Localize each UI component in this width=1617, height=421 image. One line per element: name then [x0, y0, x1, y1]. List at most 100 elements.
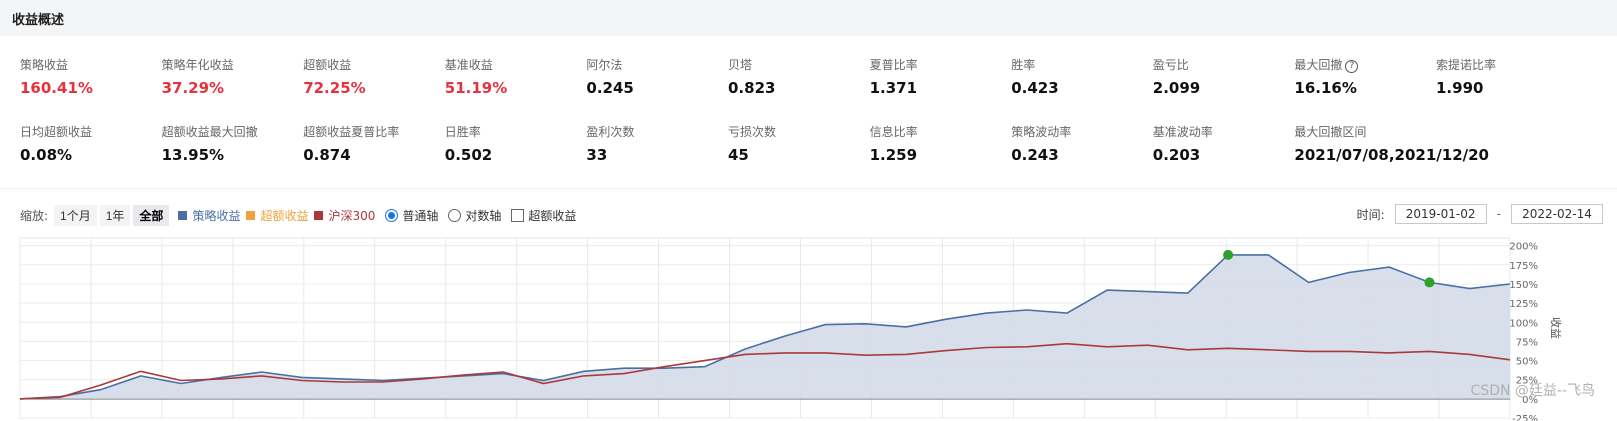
metric-label: 超额收益夏普比率: [303, 125, 400, 139]
radio-selected-icon: [385, 208, 399, 222]
metric-label: 盈亏比: [1152, 58, 1189, 72]
date-range: 时间: 2019-01-02 - 2022-02-14: [1357, 204, 1603, 224]
zoom-label: 缩放:: [20, 208, 49, 223]
y-axis-label: 收益: [1549, 317, 1563, 339]
metric-item: 日胜率 0.502: [445, 123, 585, 164]
metric-value: 2021/07/08,2021/12/20: [1294, 146, 1489, 164]
excess-return-checkbox-label: 超额收益: [528, 208, 577, 223]
metric-label: 策略年化收益: [161, 58, 234, 72]
metric-item: 日均超额收益 0.08%: [20, 123, 160, 164]
excess-return-checkbox[interactable]: 超额收益: [511, 207, 576, 224]
metric-label: 信息比率: [869, 125, 918, 139]
linear-axis-label: 普通轴: [402, 208, 439, 223]
y-tick-label: 75%: [1516, 337, 1538, 348]
metric-label: 超额收益: [303, 58, 352, 72]
end-date-field[interactable]: 2022-02-14: [1511, 204, 1603, 224]
legend-strategy-label: 策略收益: [192, 208, 241, 223]
metric-value: 16.16%: [1294, 79, 1357, 97]
metric-item: 盈亏比 2.099: [1153, 56, 1293, 97]
legend-benchmark-label: 沪深300: [328, 208, 376, 223]
metric-value: 1.259: [869, 146, 918, 164]
y-tick-label: 150%: [1509, 280, 1538, 291]
metric-label: 策略波动率: [1011, 125, 1072, 139]
metric-value: 33: [586, 146, 608, 164]
legend-excess-swatch: [246, 210, 256, 220]
section-title: 收益概述: [12, 13, 65, 28]
metric-item: 基准收益 51.19%: [445, 56, 585, 97]
legend-excess[interactable]: 超额收益: [246, 207, 308, 224]
zoom-1-year-button[interactable]: 1年: [99, 204, 131, 226]
metric-label: 索提诺比率: [1436, 58, 1497, 72]
metric-value: 0.874: [303, 146, 351, 164]
metric-value: 0.823: [728, 79, 776, 97]
drawdown-marker: [1424, 277, 1435, 288]
legend-strategy-swatch: [178, 210, 188, 220]
returns-chart[interactable]: -25%0%25%50%75%100%125%150%175%200%收益: [0, 232, 1617, 421]
metric-label: 贝塔: [728, 58, 753, 72]
metric-item: 策略收益 160.41%: [20, 56, 160, 97]
metric-label: 日均超额收益: [20, 125, 93, 139]
y-tick-label: 200%: [1509, 242, 1538, 253]
zoom-all-button[interactable]: 全部: [133, 204, 170, 226]
y-tick-label: 125%: [1509, 299, 1538, 310]
start-date-field[interactable]: 2019-01-02: [1394, 204, 1487, 224]
checkbox-icon: [511, 208, 525, 222]
metric-value: 0.08%: [20, 146, 73, 164]
metric-label: 盈利次数: [586, 125, 635, 139]
metric-label: 最大回撤: [1294, 58, 1343, 72]
section-divider: [0, 188, 1617, 189]
metric-item: 最大回撤? 16.16%: [1294, 56, 1434, 97]
metric-label: 胜率: [1011, 58, 1036, 72]
legend-benchmark[interactable]: 沪深300: [314, 207, 375, 224]
metric-label: 日胜率: [444, 125, 481, 139]
linear-axis-radio[interactable]: 普通轴: [385, 207, 438, 224]
metric-item: 最大回撤区间 2021/07/08,2021/12/20: [1294, 123, 1489, 164]
section-header: 收益概述: [0, 0, 1617, 36]
metric-value: 2.099: [1152, 79, 1201, 97]
metric-item: 信息比率 1.259: [870, 123, 1010, 164]
metric-value: 37.29%: [161, 79, 225, 97]
metric-value: 51.19%: [444, 79, 508, 97]
metric-value: 1.371: [869, 79, 918, 97]
date-range-label: 时间:: [1356, 207, 1385, 222]
help-icon[interactable]: ?: [1345, 60, 1359, 73]
y-tick-label: 100%: [1509, 318, 1538, 329]
drawdown-marker: [1223, 249, 1234, 260]
metric-value: 0.243: [1011, 146, 1059, 164]
metric-value: 1.990: [1436, 79, 1484, 97]
metric-item: 基准波动率 0.203: [1153, 123, 1293, 164]
metric-label: 夏普比率: [869, 58, 918, 72]
metric-value: 0.203: [1152, 146, 1201, 164]
metric-label: 超额收益最大回撤: [161, 125, 258, 139]
metric-value: 0.245: [586, 79, 634, 97]
metric-value: 45: [728, 146, 749, 164]
metric-item: 亏损次数 45: [728, 123, 868, 164]
metric-value: 160.41%: [20, 79, 93, 97]
metric-label: 基准收益: [444, 58, 493, 72]
metric-item: 超额收益夏普比率 0.874: [303, 123, 443, 164]
log-axis-label: 对数轴: [465, 208, 502, 223]
y-tick-label: -25%: [1512, 414, 1538, 421]
metric-item: 夏普比率 1.371: [870, 56, 1010, 97]
legend-strategy[interactable]: 策略收益: [178, 207, 240, 224]
chart-toolbar: 缩放: 1个月 1年 全部 策略收益 超额收益 沪深300 普通轴 对数轴 超额…: [20, 204, 576, 226]
metric-label: 策略收益: [20, 58, 69, 72]
metric-value: 13.95%: [161, 146, 225, 164]
zoom-1-month-button[interactable]: 1个月: [54, 204, 97, 226]
metric-value: 72.25%: [303, 79, 366, 97]
metric-item: 超额收益最大回撤 13.95%: [162, 123, 302, 164]
date-separator: -: [1496, 207, 1501, 221]
metric-label: 最大回撤区间: [1294, 125, 1367, 139]
metric-item: 策略波动率 0.243: [1011, 123, 1151, 164]
log-axis-radio[interactable]: 对数轴: [448, 207, 501, 224]
metric-label: 阿尔法: [586, 58, 623, 72]
legend-excess-label: 超额收益: [260, 208, 309, 223]
y-tick-label: 50%: [1516, 357, 1538, 368]
metric-item: 超额收益 72.25%: [303, 56, 443, 97]
radio-unselected-icon: [448, 208, 462, 222]
y-tick-label: 175%: [1509, 261, 1538, 272]
metric-item: 策略年化收益 37.29%: [162, 56, 302, 97]
metric-item: 贝塔 0.823: [728, 56, 868, 97]
metric-item: 胜率 0.423: [1011, 56, 1151, 97]
metric-label: 基准波动率: [1152, 125, 1213, 139]
